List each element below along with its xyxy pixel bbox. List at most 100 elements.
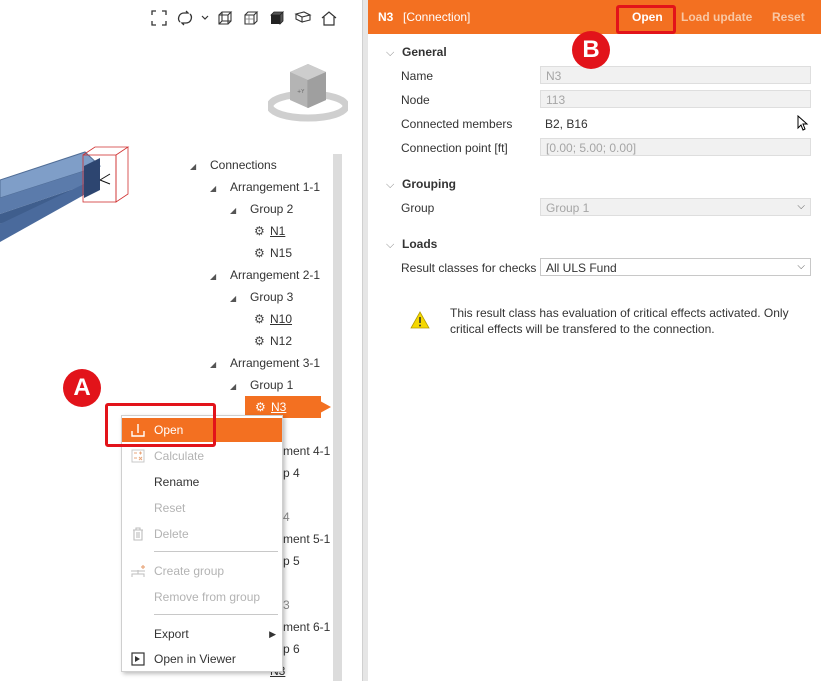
node-label: Node: [401, 93, 430, 107]
menu-item-rename[interactable]: Rename: [122, 470, 282, 494]
menu-item-export[interactable]: Export ▶: [122, 622, 282, 646]
home-icon[interactable]: [318, 7, 340, 29]
tree-node-arrangement-6[interactable]: ment 6-1: [283, 616, 330, 638]
tree-label: ment 4-1: [283, 444, 331, 458]
fit-view-icon[interactable]: [148, 7, 170, 29]
group-select[interactable]: Group 1 ⌵: [540, 198, 811, 216]
dropdown-arrow-icon: ⌵: [797, 201, 805, 212]
tree-node-group-6[interactable]: p 6: [283, 638, 300, 660]
load-update-button[interactable]: Load update: [681, 10, 752, 24]
tree-item-n10[interactable]: ⚙ N10: [254, 308, 292, 330]
chevron-down-icon[interactable]: [200, 7, 210, 29]
menu-item-calculate[interactable]: Calculate: [122, 444, 282, 468]
submenu-arrow-icon: ▶: [269, 628, 276, 639]
menu-item-create-group[interactable]: Create group: [122, 559, 282, 583]
tree-label: ment 5-1: [283, 532, 331, 546]
tree-item-n1[interactable]: ⚙ N1: [254, 220, 285, 242]
annotation-box-b: [616, 5, 676, 34]
section-title: Grouping: [402, 177, 456, 191]
section-icon[interactable]: [292, 7, 314, 29]
tree-label: Group 2: [250, 202, 294, 216]
menu-item-open-in-viewer[interactable]: Open in Viewer: [122, 647, 282, 671]
menu-item-delete[interactable]: Delete: [122, 522, 282, 546]
properties-pane: N3 [Connection] Open Load update Reset B…: [368, 0, 821, 681]
trash-icon: [122, 526, 154, 542]
tree-node-connections[interactable]: ◢ Connections: [190, 154, 277, 176]
collapse-triangle-icon[interactable]: ◢: [210, 354, 220, 376]
name-field[interactable]: N3: [540, 66, 811, 84]
connection-point-label: Connection point [ft]: [401, 141, 508, 155]
tree-node-arrangement-1[interactable]: ◢ Arrangement 1-1: [210, 176, 320, 198]
collapse-triangle-icon[interactable]: ◢: [230, 376, 240, 398]
menu-separator: [154, 551, 278, 552]
solid-icon[interactable]: [266, 7, 288, 29]
collapse-triangle-icon[interactable]: ◢: [190, 156, 200, 178]
collapse-triangle-icon[interactable]: ◢: [210, 178, 220, 200]
tree-label: N15: [270, 246, 293, 260]
menu-item-label: Remove from group: [154, 590, 261, 604]
connection-gear-icon: ⚙: [254, 312, 265, 326]
annotation-badge-b: B: [572, 31, 610, 69]
name-label: Name: [401, 69, 434, 83]
model-pane: +Y ◢ Connections ◢ Arrangement 1-1 ◢ Group …: [0, 0, 365, 681]
section-general[interactable]: ⌵ General: [386, 45, 447, 60]
menu-item-label: Rename: [154, 475, 200, 489]
annotation-badge-a: A: [63, 369, 101, 407]
connection-point-field[interactable]: [0.00; 5.00; 0.00]: [540, 138, 811, 156]
tree-label: Group 1: [250, 378, 294, 392]
viewer-icon: [122, 651, 154, 667]
connection-gear-icon: ⚙: [254, 246, 265, 260]
tree-node-arrangement-4[interactable]: ment 4-1: [283, 440, 330, 462]
calculator-icon: [122, 448, 154, 464]
section-loads[interactable]: ⌵ Loads: [386, 237, 437, 252]
collapse-triangle-icon[interactable]: ◢: [210, 266, 220, 288]
tree-scrollbar[interactable]: [333, 154, 342, 681]
tree-item-n15[interactable]: ⚙ N15: [254, 242, 292, 264]
tree-node-group-4[interactable]: p 4: [283, 462, 300, 484]
menu-item-label: Reset: [154, 501, 186, 515]
tree-label: N10: [270, 312, 293, 326]
chevron-down-icon[interactable]: ⌵: [386, 239, 402, 252]
context-menu: Open Calculate Rename Reset Delete Creat…: [121, 415, 283, 672]
section-title: General: [402, 45, 447, 59]
tree-node-group-1[interactable]: ◢ Group 1: [230, 374, 293, 396]
menu-item-label: Export: [154, 627, 189, 641]
view-cube[interactable]: +Y: [268, 58, 348, 128]
mouse-cursor-icon: [797, 115, 809, 131]
connected-members-value: B2, B16: [545, 117, 588, 131]
properties-header: N3 [Connection] Open Load update Reset: [368, 0, 821, 34]
menu-item-remove-from-group[interactable]: Remove from group: [122, 585, 282, 609]
connection-id: N3: [378, 10, 394, 24]
selection-arrow-marker: [311, 396, 331, 418]
result-classes-select[interactable]: All ULS Fund ⌵: [540, 258, 811, 276]
chevron-down-icon[interactable]: ⌵: [386, 179, 402, 192]
collapse-triangle-icon[interactable]: ◢: [230, 200, 240, 222]
menu-item-reset[interactable]: Reset: [122, 496, 282, 520]
tree-node-arrangement-3[interactable]: ◢ Arrangement 3-1: [210, 352, 320, 374]
tree-label: 4: [283, 510, 290, 524]
reset-button[interactable]: Reset: [772, 10, 805, 24]
tree-node-group-3[interactable]: ◢ Group 3: [230, 286, 293, 308]
tree-node-arrangement-5[interactable]: ment 5-1: [283, 528, 330, 550]
section-grouping[interactable]: ⌵ Grouping: [386, 177, 456, 192]
tree-node-arrangement-2[interactable]: ◢ Arrangement 2-1: [210, 264, 320, 286]
tree-node-group-2[interactable]: ◢ Group 2: [230, 198, 293, 220]
tree-label: Arrangement 2-1: [230, 268, 321, 282]
tree-item-n12[interactable]: ⚙ N12: [254, 330, 292, 352]
node-field[interactable]: 113: [540, 90, 811, 108]
connection-type: [Connection]: [403, 10, 471, 24]
create-group-icon: [122, 563, 154, 579]
tree-node-group-5[interactable]: p 5: [283, 550, 300, 572]
wireframe-icon[interactable]: [214, 7, 236, 29]
tree-label: p 5: [283, 554, 300, 568]
menu-separator: [154, 614, 278, 615]
collapse-triangle-icon[interactable]: ◢: [230, 288, 240, 310]
tree-label: ment 6-1: [283, 620, 331, 634]
model-3d-view[interactable]: [0, 140, 140, 260]
rotate-icon[interactable]: [174, 7, 196, 29]
transparent-icon[interactable]: [240, 7, 262, 29]
tree-item-partial[interactable]: 3: [283, 594, 290, 616]
group-label: Group: [401, 201, 435, 215]
tree-item-partial[interactable]: 4: [283, 506, 290, 528]
chevron-down-icon[interactable]: ⌵: [386, 47, 402, 60]
